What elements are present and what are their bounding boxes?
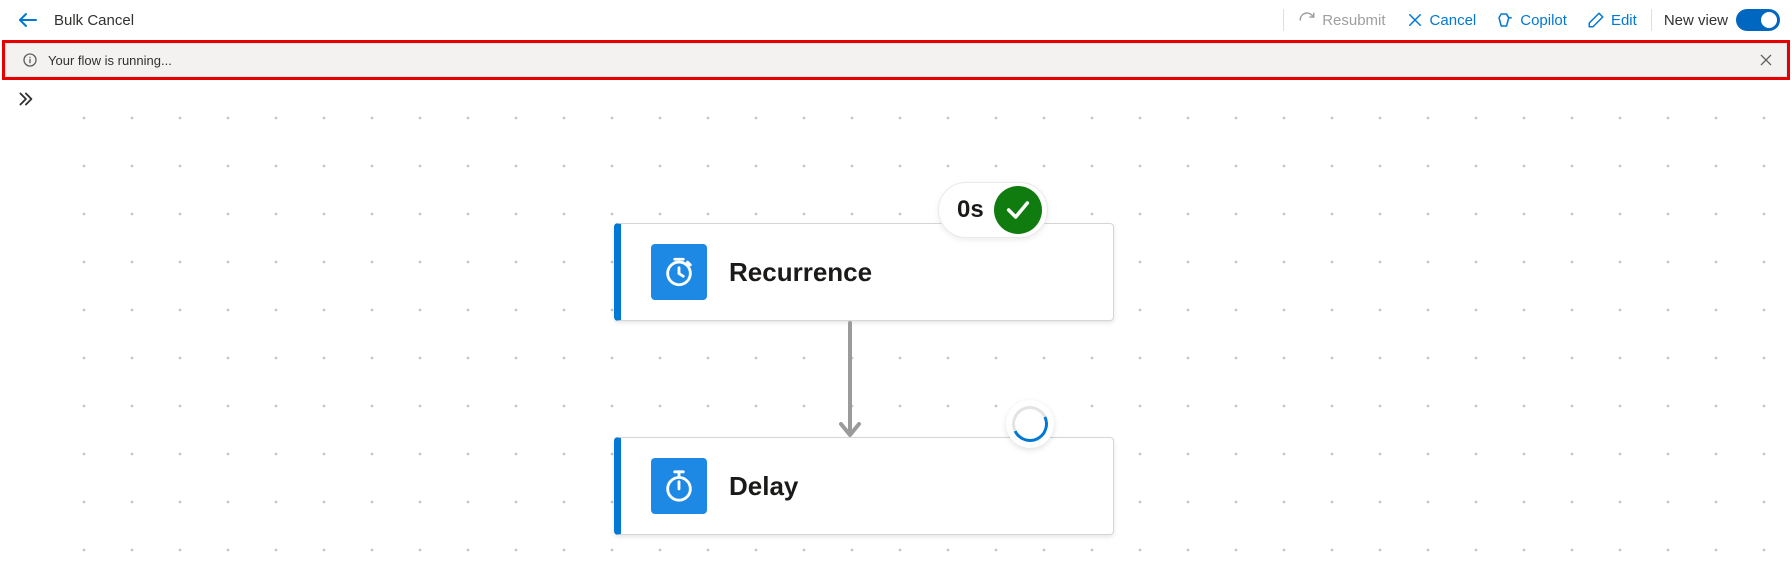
divider bbox=[1651, 9, 1652, 31]
banner-close-button[interactable] bbox=[1758, 52, 1774, 68]
left-gutter bbox=[0, 80, 46, 583]
resubmit-button: Resubmit bbox=[1288, 7, 1395, 33]
node-duration: 0s bbox=[957, 196, 984, 224]
status-banner-highlight: Your flow is running... bbox=[2, 40, 1790, 80]
flow-node-delay[interactable]: Delay bbox=[614, 437, 1114, 535]
copilot-button[interactable]: Copilot bbox=[1486, 7, 1577, 33]
edit-label: Edit bbox=[1611, 12, 1637, 29]
checkmark-icon bbox=[994, 186, 1042, 234]
cancel-label: Cancel bbox=[1430, 12, 1477, 29]
flow-node-recurrence[interactable]: Recurrence bbox=[614, 223, 1114, 321]
close-icon bbox=[1406, 11, 1424, 29]
edit-button[interactable]: Edit bbox=[1577, 7, 1647, 33]
refresh-icon bbox=[1298, 11, 1316, 29]
recurrence-icon bbox=[651, 244, 707, 300]
arrow-left-icon bbox=[16, 8, 40, 32]
node-status-badge-success: 0s bbox=[938, 182, 1048, 238]
expand-panel-button[interactable] bbox=[14, 88, 36, 110]
delay-icon bbox=[651, 458, 707, 514]
pencil-icon bbox=[1587, 11, 1605, 29]
info-icon bbox=[22, 52, 38, 68]
status-banner: Your flow is running... bbox=[5, 43, 1787, 77]
status-message: Your flow is running... bbox=[48, 53, 1748, 68]
page-title: Bulk Cancel bbox=[54, 12, 134, 29]
connector-arrow bbox=[838, 321, 862, 443]
node-status-badge-running bbox=[1006, 400, 1054, 448]
node-label: Delay bbox=[729, 471, 798, 502]
divider bbox=[1283, 9, 1284, 31]
new-view-label: New view bbox=[1664, 12, 1728, 29]
new-view-toggle[interactable] bbox=[1736, 9, 1780, 31]
node-label: Recurrence bbox=[729, 257, 872, 288]
copilot-icon bbox=[1496, 11, 1514, 29]
cancel-button[interactable]: Cancel bbox=[1396, 7, 1487, 33]
resubmit-label: Resubmit bbox=[1322, 12, 1385, 29]
back-button[interactable] bbox=[16, 8, 40, 32]
copilot-label: Copilot bbox=[1520, 12, 1567, 29]
chevron-double-right-icon bbox=[14, 88, 36, 110]
